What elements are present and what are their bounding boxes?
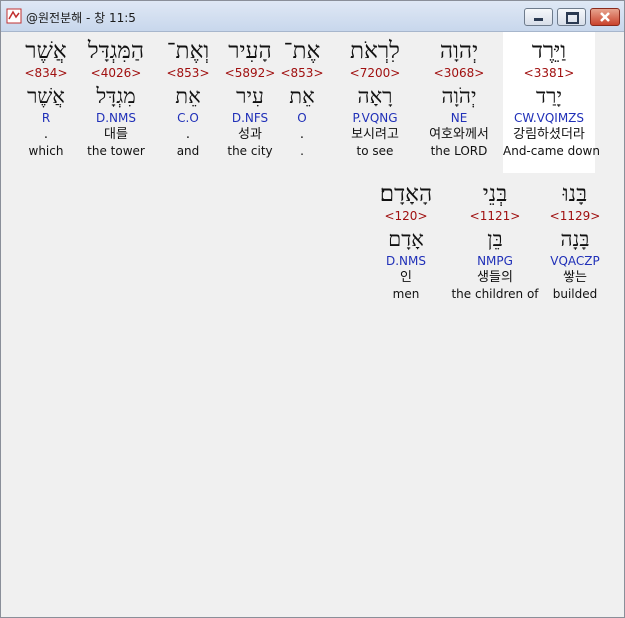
minimize-icon — [534, 18, 543, 21]
interlinear-panel: וַיֵּרֶד <3381> יָרַד CW.VQIMZS 강림하셨더라 A… — [6, 32, 618, 612]
hebrew-word: וַיֵּרֶד — [531, 38, 567, 64]
strong-number: <3068> — [433, 66, 485, 80]
korean-gloss: 인 — [400, 270, 412, 285]
word-cell[interactable]: הָאָדָם׃ <120> אָדָם D.NMS 인 men — [360, 175, 452, 302]
word-cell[interactable]: לִרְאֹת <7200> רָאָה P.VQNG 보시려고 to see — [329, 32, 421, 159]
english-gloss: the LORD — [430, 144, 488, 158]
hebrew-lemma: בֵּן — [487, 227, 503, 251]
close-icon — [600, 12, 610, 22]
maximize-button[interactable] — [557, 8, 586, 26]
maximize-icon — [566, 12, 579, 24]
minimize-button[interactable] — [524, 8, 553, 26]
morphology-code: NE — [450, 111, 468, 125]
word-cell[interactable]: וַיֵּרֶד <3381> יָרַד CW.VQIMZS 강림하셨더라 A… — [503, 32, 600, 173]
word-cell[interactable]: יְהוָה <3068> יְהֹוָה NE 여호와께서 the LORD — [413, 32, 505, 159]
korean-gloss: 여호와께서 — [429, 127, 489, 142]
morphology-code: D.NMS — [385, 254, 426, 268]
hebrew-word: אֲשֶׁר — [25, 38, 67, 64]
strong-number: <120> — [384, 209, 428, 223]
hebrew-lemma: מִגְדָּל — [96, 84, 136, 108]
english-gloss: to see — [356, 144, 394, 158]
morphology-code: CW.VQIMZS — [513, 111, 585, 125]
korean-gloss: 보시려고 — [351, 127, 399, 142]
word-cell[interactable]: בְּנֵי <1121> בֵּן NMPG 생들의 the children… — [442, 175, 548, 302]
word-cell[interactable]: הַמִּגְדָּל <4026> מִגְדָּל D.NMS 대를 the… — [70, 32, 162, 159]
strong-number: <834> — [24, 66, 68, 80]
korean-gloss: 생들의 — [477, 270, 513, 285]
korean-gloss: . — [43, 127, 49, 142]
close-button[interactable] — [590, 8, 620, 26]
hebrew-lemma: רָאָה — [357, 84, 393, 108]
strong-number: <3381> — [523, 66, 575, 80]
morphology-code: R — [41, 111, 51, 125]
english-gloss: the children of — [451, 287, 539, 301]
hebrew-lemma: אָדָם — [388, 227, 424, 251]
hebrew-lemma: אֲשֶׁר — [27, 84, 65, 108]
title-bar[interactable]: @원전분해 - 창 11:5 — [1, 1, 624, 32]
word-cell[interactable]: אֲשֶׁר <834> אֲשֶׁר R . which — [10, 32, 82, 159]
strong-number: <1121> — [469, 209, 521, 223]
morphology-code: D.NMS — [95, 111, 136, 125]
hebrew-word: הַמִּגְדָּל — [87, 38, 145, 64]
hebrew-word: יְהוָה — [439, 38, 479, 64]
morphology-code: NMPG — [477, 254, 513, 268]
morphology-code: P.VQNG — [352, 111, 398, 125]
hebrew-lemma: יָרַד — [536, 84, 562, 108]
hebrew-word: הָאָדָם׃ — [379, 181, 433, 207]
window-title: @원전분해 - 창 11:5 — [26, 11, 136, 25]
english-gloss: men — [392, 287, 420, 301]
english-gloss: And-came down — [503, 144, 600, 158]
hebrew-word: לִרְאֹת — [350, 38, 400, 64]
hebrew-word: בְּנֵי — [482, 181, 508, 207]
app-icon — [6, 8, 22, 24]
strong-number: <7200> — [349, 66, 401, 80]
korean-gloss: 강림하셨더라 — [513, 127, 585, 142]
hebrew-lemma: יְהֹוָה — [441, 84, 477, 108]
english-gloss: the tower — [87, 144, 145, 158]
strong-number: <4026> — [90, 66, 142, 80]
interlinear-window: @원전분해 - 창 11:5 וַיֵּרֶד <3381> יָרַד CW.… — [0, 0, 625, 618]
english-gloss: which — [28, 144, 64, 158]
korean-gloss: 대를 — [104, 127, 128, 142]
